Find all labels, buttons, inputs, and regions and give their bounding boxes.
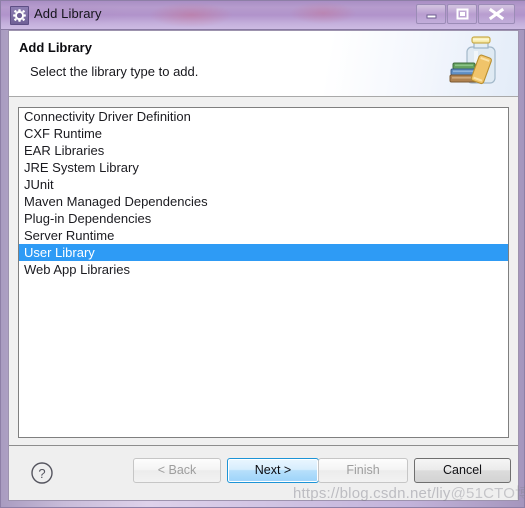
- title-bar[interactable]: Add Library: [1, 1, 525, 30]
- library-type-list[interactable]: Connectivity Driver Definition CXF Runtim…: [18, 107, 509, 438]
- next-button[interactable]: Next >: [227, 458, 319, 483]
- page-description: Select the library type to add.: [30, 64, 199, 79]
- list-item[interactable]: Web App Libraries: [19, 261, 508, 278]
- back-button[interactable]: < Back: [133, 458, 221, 483]
- list-item[interactable]: EAR Libraries: [19, 142, 508, 159]
- cancel-button[interactable]: Cancel: [414, 458, 511, 483]
- page-title: Add Library: [19, 40, 92, 55]
- add-library-dialog: Add Library Add Library Select the libra…: [0, 0, 525, 508]
- library-jar-books-icon: [446, 33, 508, 93]
- help-icon[interactable]: ?: [30, 461, 54, 485]
- button-bar: ? < Back Next > Finish Cancel: [9, 446, 518, 500]
- list-item[interactable]: Server Runtime: [19, 227, 508, 244]
- list-item[interactable]: Maven Managed Dependencies: [19, 193, 508, 210]
- minimize-button[interactable]: [416, 4, 446, 24]
- list-item[interactable]: JUnit: [19, 176, 508, 193]
- list-item[interactable]: User Library: [19, 244, 508, 261]
- maximize-button[interactable]: [447, 4, 477, 24]
- list-item[interactable]: JRE System Library: [19, 159, 508, 176]
- finish-button[interactable]: Finish: [318, 458, 408, 483]
- svg-text:?: ?: [38, 466, 45, 481]
- gear-icon: [10, 6, 29, 25]
- wizard-banner: Add Library Select the library type to a…: [9, 31, 518, 97]
- list-item[interactable]: Connectivity Driver Definition: [19, 108, 508, 125]
- list-item[interactable]: Plug-in Dependencies: [19, 210, 508, 227]
- list-item[interactable]: CXF Runtime: [19, 125, 508, 142]
- close-button[interactable]: [478, 4, 515, 24]
- dialog-client-area: Add Library Select the library type to a…: [8, 30, 519, 501]
- window-title: Add Library: [34, 6, 102, 21]
